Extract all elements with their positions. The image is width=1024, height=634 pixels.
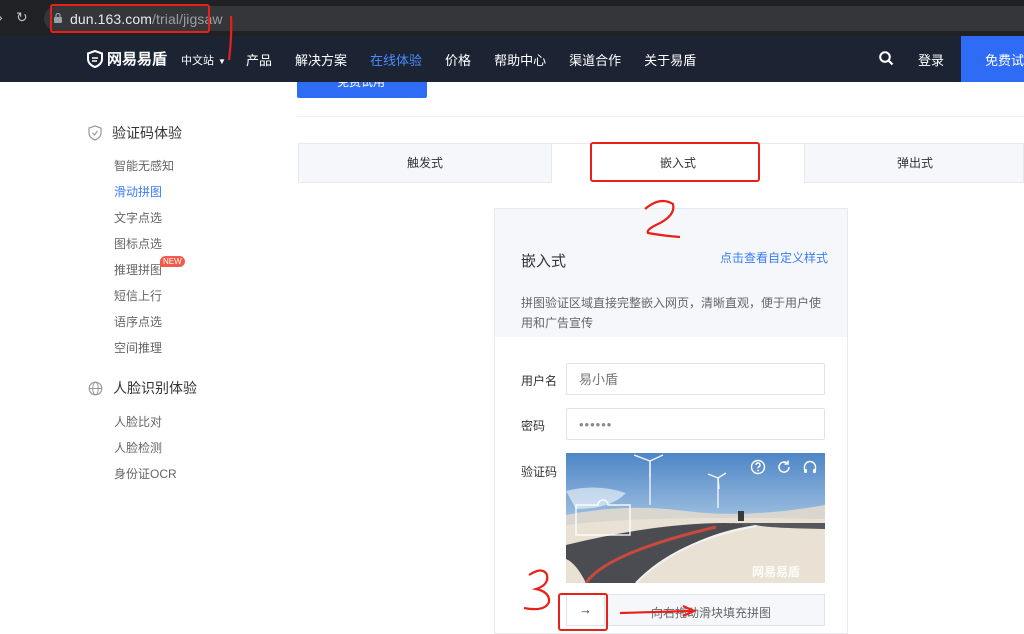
annotation-mark-2 — [644, 199, 681, 239]
annotation-arrow-line — [619, 609, 691, 615]
annotation-mark-1 — [227, 15, 233, 61]
annotation-mark-3 — [523, 569, 551, 611]
annotation-marks — [227, 15, 697, 618]
